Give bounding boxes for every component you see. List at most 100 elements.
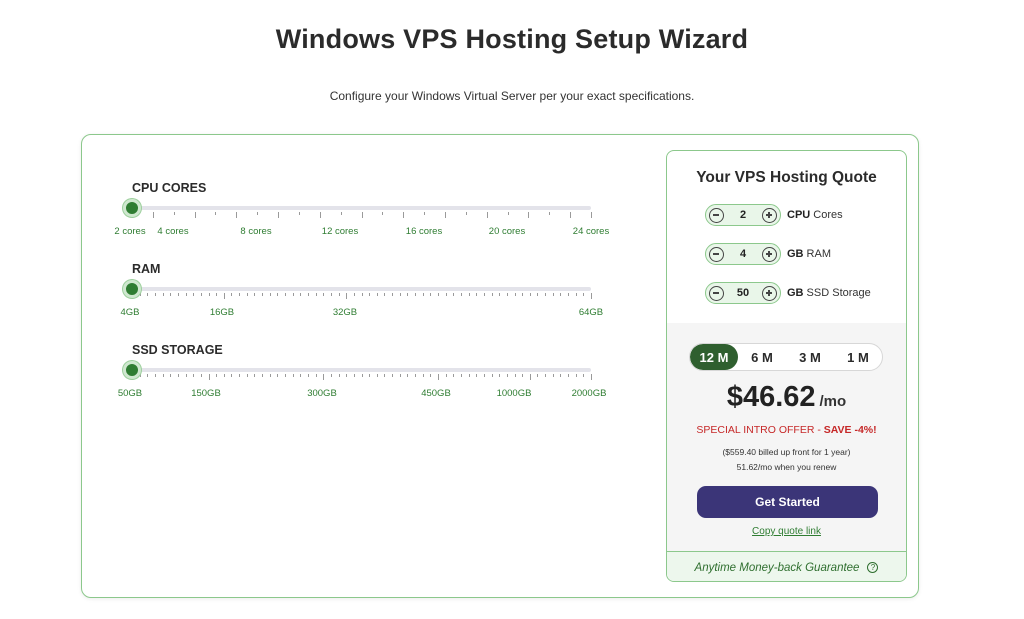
slider-tick: [246, 374, 248, 377]
slider-tick: [483, 293, 485, 296]
slider-tick: [507, 212, 509, 215]
slider-tick: [422, 374, 424, 377]
quote-title: Your VPS Hosting Quote: [696, 169, 877, 186]
slider-tick: [177, 293, 179, 296]
price-unit: /mo: [819, 393, 847, 410]
slider-tick: [369, 374, 371, 377]
cpu-tick-label: 8 cores: [240, 226, 272, 237]
slider-tick: [200, 293, 202, 296]
money-back-guarantee[interactable]: Anytime Money-back Guarantee ?: [667, 551, 906, 581]
plus-circle-icon[interactable]: [762, 246, 777, 262]
pricing-section: 12 M 6 M 3 M 1 M $46.62/mo SPECIAL INTRO…: [667, 323, 906, 551]
copy-quote-link[interactable]: Copy quote link: [667, 526, 906, 537]
ssd-tick-label: 450GB: [421, 388, 451, 399]
slider-tick: [193, 293, 195, 296]
ssd-stepper: 50: [705, 282, 781, 304]
period-12m[interactable]: 12 M: [690, 344, 738, 370]
slider-tick: [415, 374, 417, 377]
slider-tick: [154, 374, 156, 377]
slider-tick: [300, 374, 302, 377]
slider-tick: [361, 293, 363, 296]
slider-tick: [545, 293, 547, 296]
ssd-slider-handle[interactable]: [123, 361, 141, 379]
slider-tick: [376, 374, 378, 377]
slider-tick: [407, 374, 409, 377]
slider-tick: [522, 293, 524, 296]
cpu-tick-label: 16 cores: [405, 226, 443, 237]
slider-tick: [300, 293, 302, 296]
get-started-button[interactable]: Get Started: [697, 486, 878, 518]
ssd-tick-label: 2000GB: [571, 388, 607, 399]
slider-tick: [444, 212, 446, 218]
ssd-stepper-value[interactable]: 50: [737, 287, 749, 299]
ssd-slider-label: SSD STORAGE: [132, 343, 223, 357]
slider-tick: [549, 212, 551, 215]
cpu-tick-label: 4 cores: [157, 226, 189, 237]
ssd-slider-track[interactable]: [129, 368, 591, 372]
minus-circle-icon[interactable]: [709, 207, 724, 223]
slider-tick: [353, 374, 355, 377]
slider-tick: [200, 374, 202, 377]
ram-stepper: 4: [705, 243, 781, 265]
slider-tick: [506, 293, 508, 296]
slider-tick: [346, 374, 348, 377]
slider-tick: [223, 293, 225, 299]
slider-tick: [361, 374, 363, 377]
ssd-tick-label: 300GB: [307, 388, 337, 399]
period-3m[interactable]: 3 M: [786, 344, 834, 370]
billing-note: ($559.40 billed up front for 1 year) 51.…: [667, 445, 906, 475]
slider-tick: [216, 374, 218, 377]
help-circle-icon[interactable]: ?: [867, 562, 879, 573]
slider-tick: [152, 212, 154, 218]
minus-circle-icon[interactable]: [709, 246, 724, 262]
slider-tick: [476, 374, 478, 377]
slider-tick: [422, 293, 424, 296]
page-title: Windows VPS Hosting Setup Wizard: [275, 24, 749, 54]
cpu-slider-handle[interactable]: [123, 199, 141, 217]
slider-tick: [173, 212, 175, 215]
cpu-stepper-value[interactable]: 2: [740, 209, 746, 221]
slider-tick: [476, 293, 478, 296]
slider-tick: [361, 212, 363, 218]
slider-tick: [215, 212, 217, 215]
slider-tick: [162, 293, 164, 296]
price-amount: $46.62: [726, 381, 816, 413]
slider-tick: [537, 293, 539, 296]
ram-slider-handle[interactable]: [123, 280, 141, 298]
slider-tick: [591, 374, 592, 380]
slider-tick: [231, 293, 233, 296]
cpu-tick-label: 12 cores: [321, 226, 359, 237]
slider-tick: [216, 293, 218, 296]
ssd-stepper-label: GB SSD Storage: [787, 287, 871, 299]
period-1m[interactable]: 1 M: [834, 344, 882, 370]
slider-tick: [552, 293, 554, 296]
cpu-stepper-label: CPU Cores: [787, 209, 843, 221]
slider-tick: [330, 374, 332, 377]
slider-tick: [246, 293, 248, 296]
slider-tick: [185, 293, 187, 296]
slider-tick: [430, 374, 432, 377]
slider-tick: [560, 374, 562, 377]
slider-tick: [315, 374, 317, 377]
ram-stepper-value[interactable]: 4: [740, 248, 746, 260]
minus-circle-icon[interactable]: [709, 285, 724, 301]
slider-tick: [170, 293, 172, 296]
slider-tick: [483, 374, 485, 377]
plus-circle-icon[interactable]: [762, 285, 777, 301]
slider-tick: [239, 374, 241, 377]
plus-circle-icon[interactable]: [762, 207, 777, 223]
ram-slider-track[interactable]: [129, 287, 591, 291]
offer-savings: SAVE -4%!: [823, 424, 877, 436]
period-6m[interactable]: 6 M: [738, 344, 786, 370]
ssd-tick-label: 150GB: [191, 388, 221, 399]
page-subtitle: Configure your Windows Virtual Server pe…: [329, 89, 695, 103]
slider-tick: [170, 374, 172, 377]
slider-tick: [177, 374, 179, 377]
slider-tick: [453, 374, 455, 377]
billed-upfront-text: ($559.40 billed up front for 1 year): [722, 447, 851, 457]
slider-tick: [278, 212, 280, 218]
slider-tick: [323, 293, 325, 296]
cpu-tick-label: 24 cores: [572, 226, 610, 237]
slider-tick: [430, 293, 432, 296]
cpu-slider-track[interactable]: [129, 206, 591, 210]
